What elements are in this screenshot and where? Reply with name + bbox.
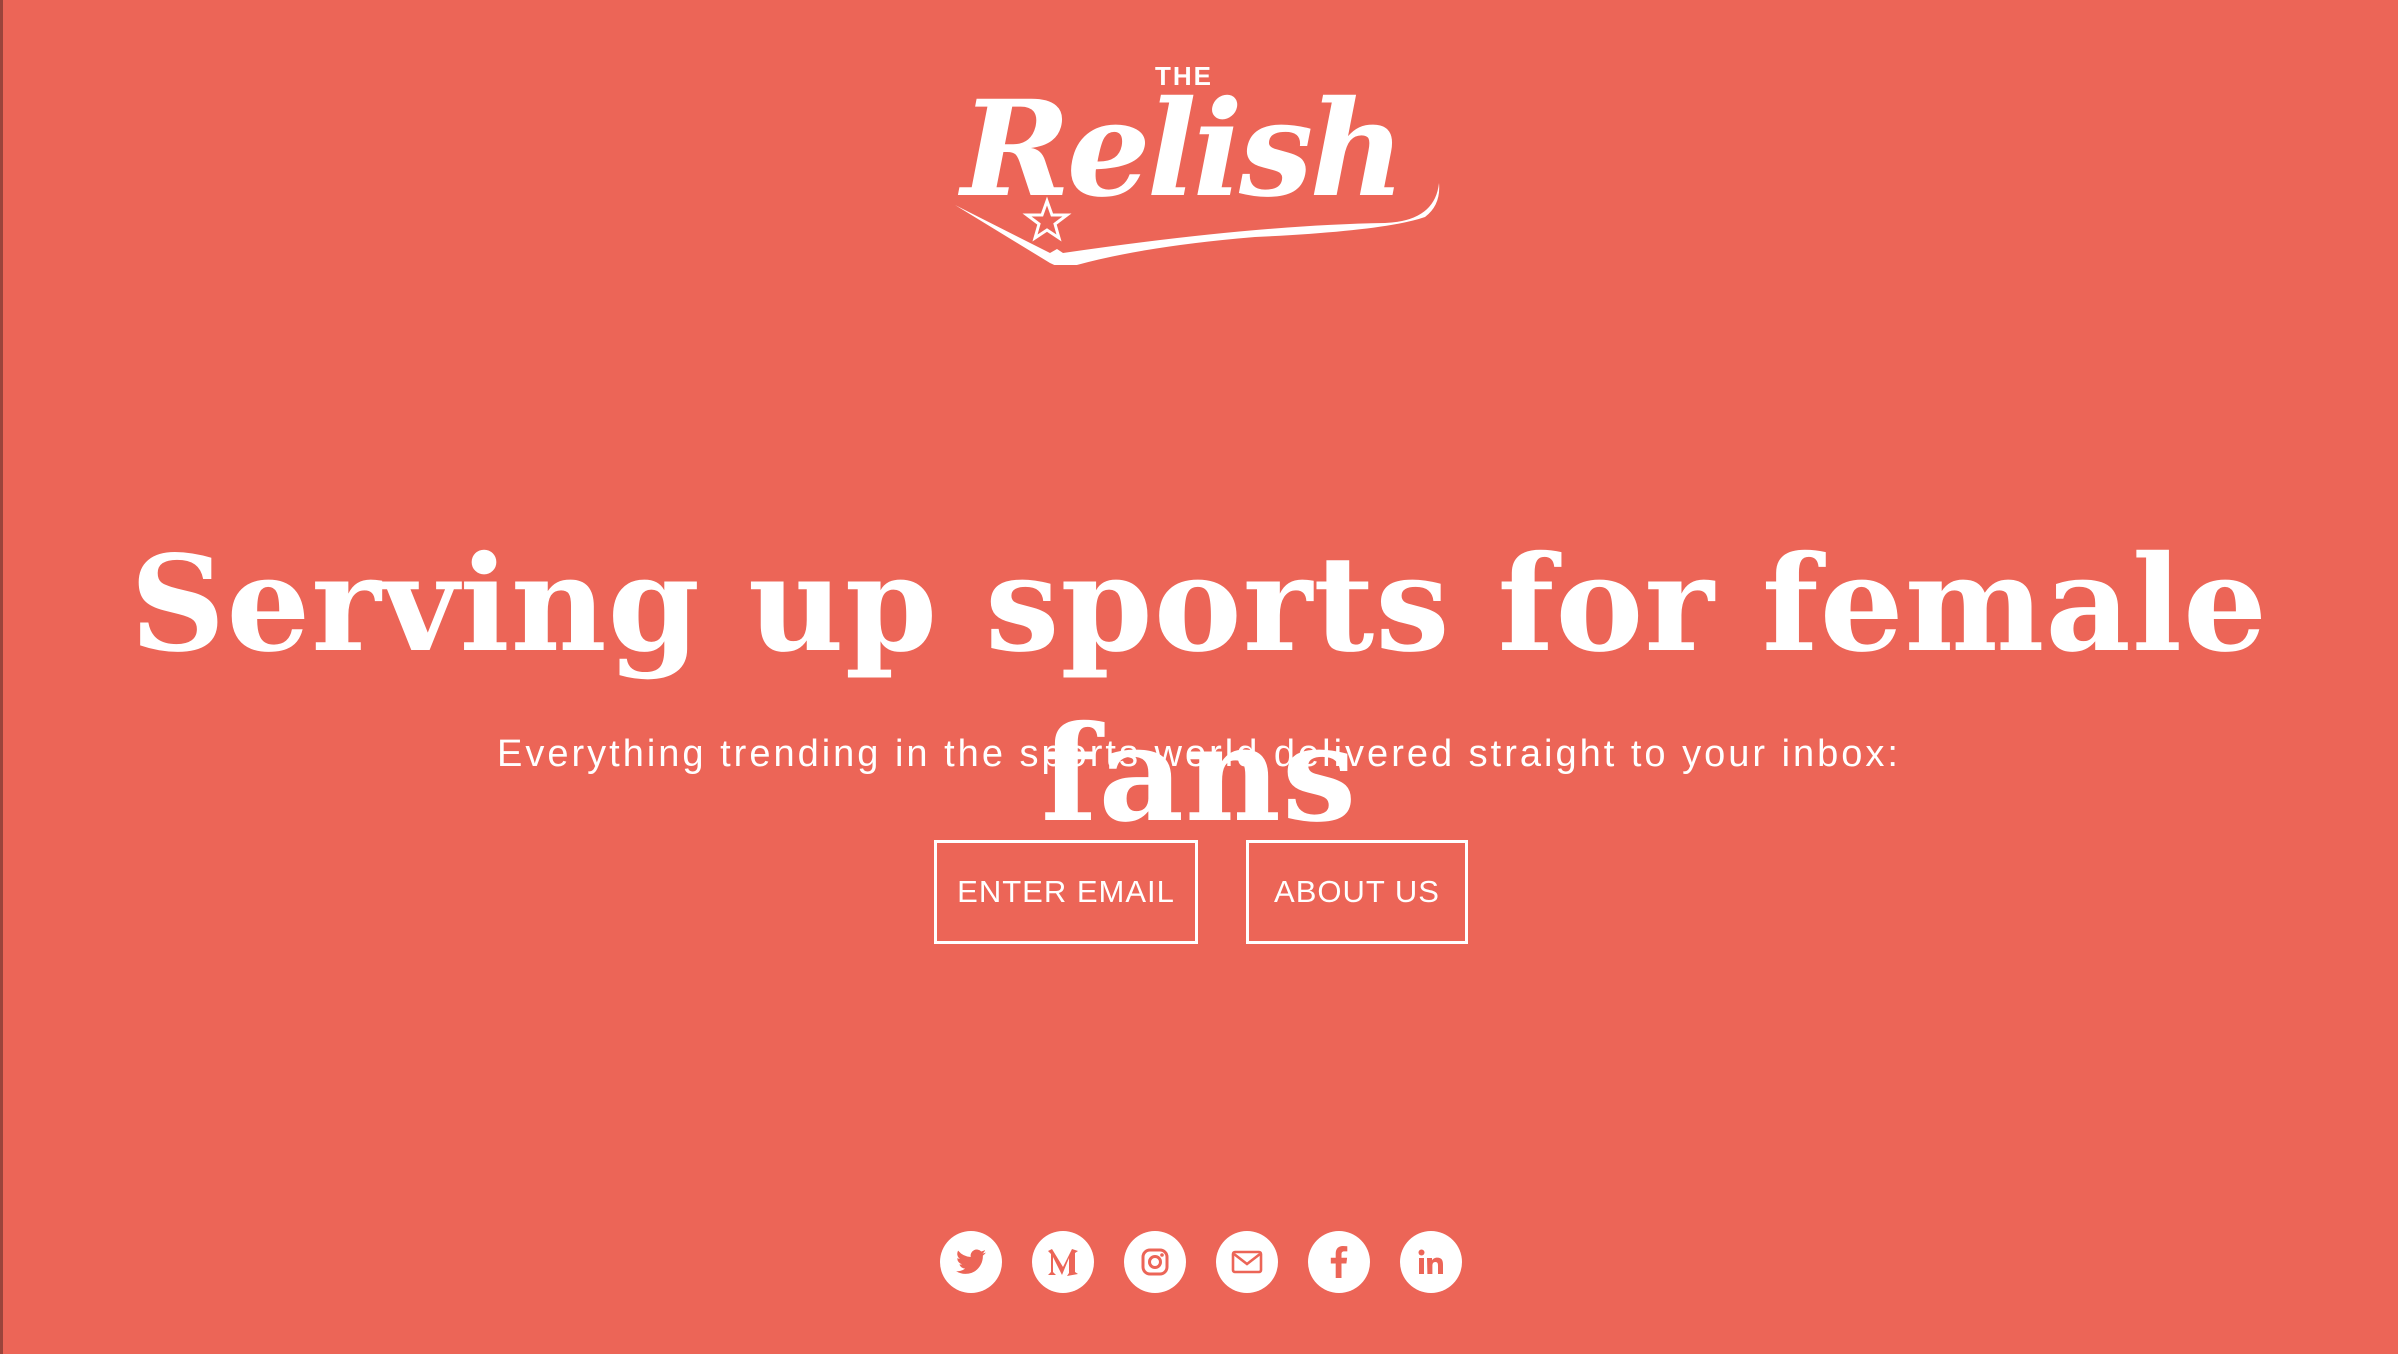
hero-subheadline: Everything trending in the sports world … [497,733,1901,775]
medium-icon [1048,1249,1078,1276]
facebook-link[interactable] [1308,1231,1370,1293]
the-relish-logo[interactable]: THE Relish [955,55,1445,265]
medium-link[interactable] [1032,1231,1094,1293]
email-link[interactable] [1216,1231,1278,1293]
twitter-icon [956,1249,986,1274]
facebook-icon [1330,1246,1348,1278]
linkedin-link[interactable] [1400,1231,1462,1293]
about-us-button[interactable]: ABOUT US [1246,840,1468,944]
instagram-icon [1141,1248,1169,1276]
enter-email-button[interactable]: ENTER EMAIL [934,840,1198,944]
twitter-link[interactable] [940,1231,1002,1293]
social-links [940,1231,1462,1293]
hero-headline: Serving up sports for female fans [129,527,2268,852]
instagram-link[interactable] [1124,1231,1186,1293]
email-icon [1231,1250,1263,1274]
landing-page: THE Relish Serving up sports for female … [0,0,2398,1354]
linkedin-icon [1418,1249,1443,1274]
